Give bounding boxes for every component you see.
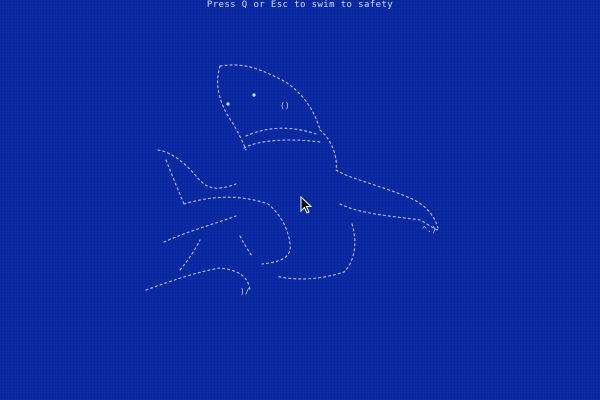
- shark-back: [319, 129, 439, 229]
- shark-dorsal-fin-inner: [165, 159, 185, 205]
- shark-eye-left: [226, 102, 230, 106]
- shark-tail-glyph: ^.): [422, 225, 436, 234]
- shark-mouth: [245, 127, 317, 137]
- shark-jaw: [243, 139, 321, 149]
- arrow-pointer-icon: [300, 196, 312, 214]
- shark-eye-right: [252, 93, 256, 97]
- shark-bottom-fin: [145, 267, 251, 291]
- shark-ventral: [239, 235, 253, 257]
- shark-fin-glyph: )/: [240, 287, 250, 296]
- shark-eye-glyph: (): [280, 101, 290, 110]
- shark-bottom-line: [179, 239, 201, 271]
- shark-belly: [183, 196, 291, 265]
- shark-pectoral-fin: [163, 215, 237, 243]
- shark-head-outline: [219, 64, 321, 131]
- shark-snout-left: [217, 65, 247, 151]
